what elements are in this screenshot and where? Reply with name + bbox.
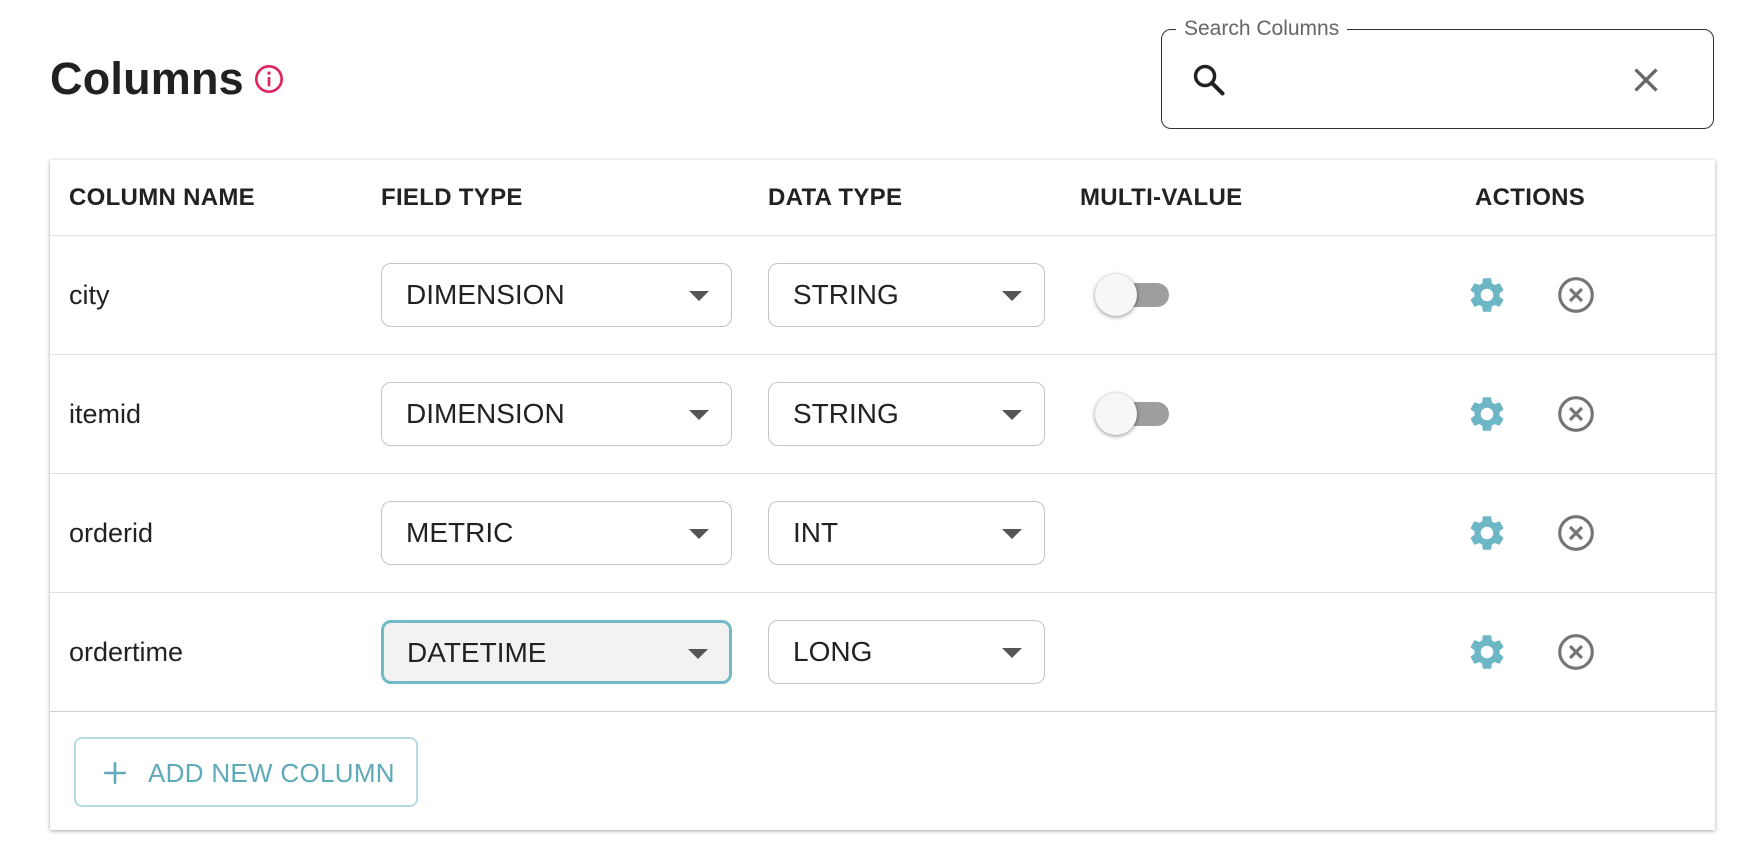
header-multi-value: MULTI-VALUE [1080, 184, 1243, 211]
caret-down-icon [1002, 291, 1022, 301]
search-field[interactable]: Search Columns [1161, 16, 1714, 129]
data-type-value: STRING [793, 279, 899, 310]
info-icon[interactable] [253, 63, 285, 95]
remove-circle-icon[interactable] [1555, 393, 1597, 435]
multi-value-toggle[interactable] [1095, 393, 1175, 435]
field-type-value: DATETIME [407, 637, 547, 668]
field-type-select[interactable]: DATETIME [381, 620, 732, 684]
plus-icon [104, 762, 126, 784]
caret-down-icon [1002, 529, 1022, 539]
column-name: itemid [69, 399, 142, 429]
search-label: Search Columns [1176, 16, 1348, 42]
remove-circle-icon[interactable] [1555, 631, 1597, 673]
data-type-value: LONG [793, 636, 873, 667]
data-type-select[interactable]: INT [768, 501, 1045, 565]
column-name: ordertime [69, 637, 184, 667]
data-type-select[interactable]: LONG [768, 620, 1045, 684]
caret-down-icon [689, 410, 709, 420]
field-type-select[interactable]: DIMENSION [381, 382, 732, 446]
toggle-thumb [1095, 274, 1137, 316]
field-type-value: DIMENSION [406, 398, 565, 429]
gear-icon[interactable] [1466, 631, 1508, 673]
table-row: itemid DIMENSION STRING [50, 355, 1715, 474]
data-type-select[interactable]: STRING [768, 263, 1045, 327]
header-column-name: COLUMN NAME [69, 184, 255, 211]
caret-down-icon [689, 529, 709, 539]
remove-circle-icon[interactable] [1555, 512, 1597, 554]
add-new-column-label: ADD NEW COLUMN [148, 758, 395, 788]
header-actions: ACTIONS [1475, 184, 1586, 211]
field-type-select[interactable]: DIMENSION [381, 263, 732, 327]
columns-table: COLUMN NAME FIELD TYPE DATA TYPE MULTI-V… [50, 160, 1715, 830]
gear-icon[interactable] [1466, 393, 1508, 435]
close-icon[interactable] [1628, 62, 1664, 98]
multi-value-toggle[interactable] [1095, 274, 1175, 316]
table-row: orderid METRIC INT [50, 474, 1715, 593]
field-type-value: DIMENSION [406, 279, 565, 310]
caret-down-icon [1002, 410, 1022, 420]
page-title: Columns [50, 53, 244, 104]
table-row: ordertime DATETIME LONG [50, 593, 1715, 712]
header-data-type: DATA TYPE [768, 184, 903, 211]
data-type-value: STRING [793, 398, 899, 429]
caret-down-icon [1002, 648, 1022, 658]
header-field-type: FIELD TYPE [381, 184, 523, 211]
table-row: city DIMENSION STRING [50, 236, 1715, 355]
column-name: orderid [69, 518, 154, 548]
toggle-thumb [1095, 393, 1137, 435]
gear-icon[interactable] [1466, 512, 1508, 554]
data-type-value: INT [793, 517, 839, 548]
field-type-value: METRIC [406, 517, 514, 548]
remove-circle-icon[interactable] [1555, 274, 1597, 316]
add-new-column-button[interactable]: ADD NEW COLUMN [74, 737, 418, 807]
caret-down-icon [688, 649, 708, 659]
data-type-select[interactable]: STRING [768, 382, 1045, 446]
search-icon [1193, 64, 1225, 96]
column-name: city [69, 280, 110, 310]
gear-icon[interactable] [1466, 274, 1508, 316]
table-header: COLUMN NAME FIELD TYPE DATA TYPE MULTI-V… [50, 160, 1715, 236]
caret-down-icon [689, 291, 709, 301]
search-input[interactable] [1244, 54, 1608, 106]
field-type-select[interactable]: METRIC [381, 501, 732, 565]
